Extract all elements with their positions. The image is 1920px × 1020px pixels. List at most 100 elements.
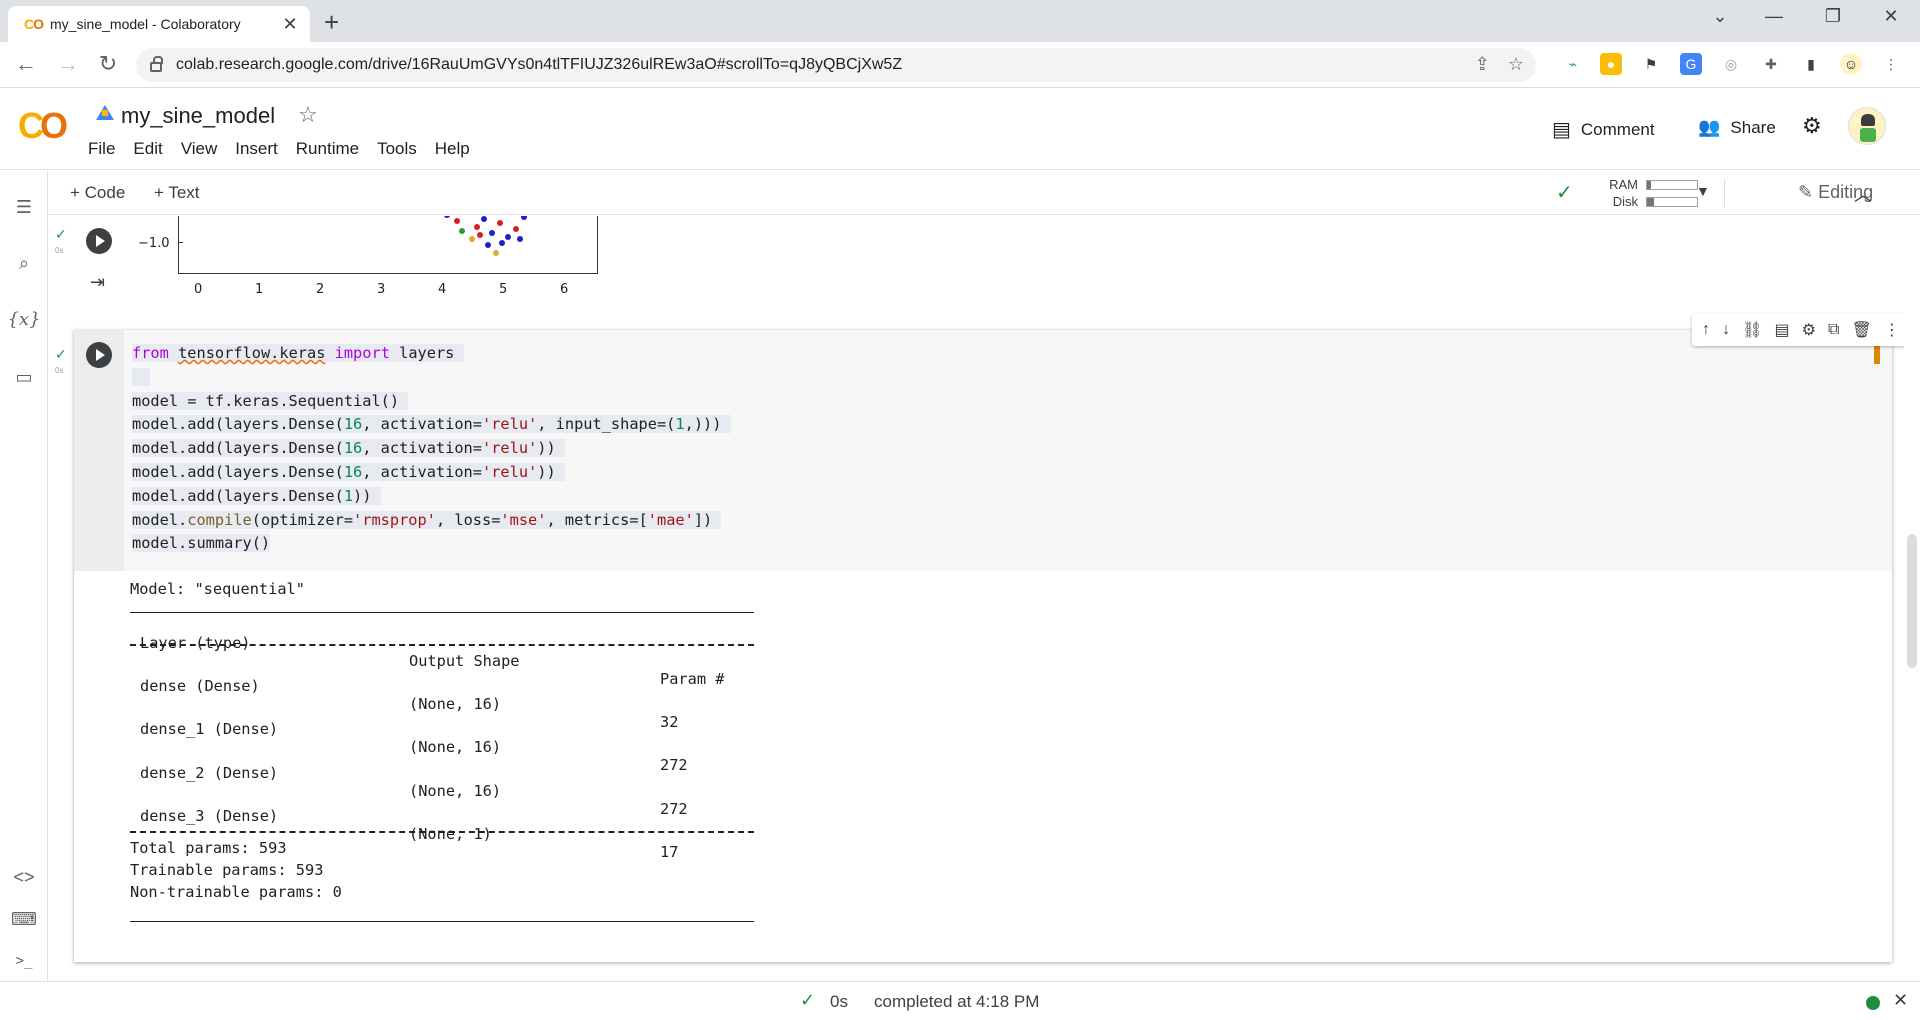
extension-icon-2[interactable]: ● — [1600, 53, 1622, 75]
side-panel-icon[interactable]: ▮ — [1800, 53, 1822, 75]
menu-runtime[interactable]: Runtime — [296, 139, 359, 159]
table-of-contents-icon[interactable]: ☰ — [0, 197, 48, 218]
move-cell-down-icon[interactable]: ↓ — [1722, 321, 1730, 339]
summary-top-rule — [130, 612, 754, 613]
colab-logo[interactable]: CO — [18, 105, 68, 147]
code-editor[interactable]: from tensorflow.keras import layers mode… — [124, 330, 1892, 571]
notebook-scrollbar[interactable] — [1904, 216, 1920, 980]
mirror-cell-icon[interactable]: ⧉ — [1828, 321, 1839, 339]
translate-extension-icon[interactable]: G — [1680, 53, 1702, 75]
plot-point — [469, 236, 475, 242]
output-actions-icon[interactable]: ⇥ — [90, 272, 105, 293]
prev-cell-exec-time: 0s — [55, 246, 64, 255]
status-completed[interactable]: completed at 4:18 PM — [874, 992, 1039, 1012]
delete-cell-icon[interactable]: 🗑 — [1852, 320, 1872, 340]
notebook-area: ✓ 0s ⇥ −1.0 0 1 2 3 4 5 6 ✓ 0s from tens… — [48, 216, 1904, 980]
browser-menu-icon[interactable]: ⋮ — [1880, 53, 1902, 75]
plot-point — [505, 234, 511, 240]
code-cell[interactable]: from tensorflow.keras import layers mode… — [74, 314, 1904, 962]
plot-point — [474, 224, 480, 230]
add-text-label: Text — [168, 183, 200, 202]
notebook-title[interactable]: my_sine_model — [121, 103, 275, 129]
share-page-icon[interactable]: ⇪ — [1475, 54, 1490, 75]
resource-monitor[interactable]: RAM Disk — [1604, 176, 1698, 210]
drive-icon[interactable] — [96, 105, 114, 120]
minimize-icon[interactable]: — — [1754, 6, 1794, 27]
close-tab-icon[interactable]: ✕ — [280, 14, 300, 35]
command-palette-icon[interactable]: ⌨ — [0, 909, 48, 930]
prev-cell-run-button[interactable] — [86, 228, 112, 254]
plot-xtick: 2 — [316, 282, 325, 297]
comment-button[interactable]: ▤ Comment — [1552, 117, 1655, 142]
layer-params: 17 — [660, 843, 679, 861]
menu-insert[interactable]: Insert — [235, 139, 278, 159]
move-cell-up-icon[interactable]: ↑ — [1702, 321, 1710, 339]
menu-edit[interactable]: Edit — [133, 139, 162, 159]
plot-point — [477, 232, 483, 238]
disk-label: Disk — [1612, 194, 1638, 209]
browser-tab[interactable]: CO my_sine_model - Colaboratory ✕ — [8, 6, 310, 42]
plot-xtick: 5 — [499, 282, 508, 297]
extension-icon-3[interactable]: ⚑ — [1640, 53, 1662, 75]
search-icon[interactable]: ⌕ — [0, 253, 48, 274]
extensions-puzzle-icon[interactable]: ✚ — [1760, 53, 1782, 75]
plot-point — [521, 216, 527, 220]
status-check-icon: ✓ — [800, 990, 816, 1010]
restore-icon[interactable]: ❐ — [1813, 6, 1853, 27]
close-window-icon[interactable]: ✕ — [1871, 6, 1911, 27]
prev-cell-check-icon: ✓ — [55, 226, 67, 242]
extension-icon-5[interactable]: ◎ — [1720, 53, 1742, 75]
menu-tools[interactable]: Tools — [377, 139, 417, 159]
link-to-cell-icon[interactable]: ⛓ — [1742, 320, 1762, 340]
scrollbar-thumb[interactable] — [1907, 534, 1917, 668]
lock-icon[interactable] — [150, 56, 163, 72]
profile-avatar-icon[interactable]: ☺ — [1840, 53, 1862, 75]
terminal-icon[interactable]: >_ — [0, 953, 48, 969]
add-text-button[interactable]: + Text — [154, 183, 200, 203]
share-button[interactable]: 👥 Share — [1698, 117, 1776, 138]
runtime-dropdown-icon[interactable]: ▼ — [1696, 183, 1710, 199]
run-cell-button[interactable] — [86, 342, 112, 368]
plot-point — [459, 228, 465, 234]
reload-icon[interactable]: ↻ — [94, 51, 122, 77]
url-field[interactable]: colab.research.google.com/drive/16RauUmG… — [136, 48, 1536, 82]
code-snippets-icon[interactable]: <> — [0, 867, 48, 888]
add-comment-icon[interactable]: ▤ — [1774, 320, 1789, 340]
star-icon[interactable]: ☆ — [298, 102, 318, 128]
forward-icon[interactable]: → — [54, 51, 82, 77]
close-status-icon[interactable]: ✕ — [1893, 990, 1908, 1011]
status-bar: ✓ 0s completed at 4:18 PM ✕ — [0, 981, 1920, 1020]
plot-point — [497, 220, 503, 226]
trainable-params: Trainable params: 593 — [130, 861, 324, 879]
variables-icon[interactable]: {x} — [0, 309, 48, 330]
back-icon[interactable]: ← — [12, 51, 40, 77]
add-code-button[interactable]: + Code — [70, 183, 125, 203]
comment-label: Comment — [1580, 119, 1655, 139]
code-line: model.add(layers.Dense(1)) — [132, 486, 381, 505]
layer-name: dense_2 (Dense) — [140, 764, 279, 782]
files-folder-icon[interactable]: ▭ — [0, 367, 48, 388]
plot-point — [485, 242, 491, 248]
settings-gear-icon[interactable]: ⚙ — [1802, 113, 1822, 139]
header-layer: Layer (type) — [140, 634, 251, 652]
runtime-status-dot[interactable] — [1866, 996, 1880, 1010]
plot-point — [493, 250, 499, 256]
menu-view[interactable]: View — [181, 139, 218, 159]
code-line: from tensorflow.keras import layers — [132, 344, 464, 362]
plot-point — [513, 226, 519, 232]
menu-help[interactable]: Help — [435, 139, 470, 159]
plot-xtick: 3 — [377, 282, 386, 297]
plot-ytick: −1.0 — [138, 236, 170, 251]
more-actions-icon[interactable]: ⋮ — [1884, 320, 1900, 340]
colab-header: CO my_sine_model ☆ File Edit View Insert… — [0, 89, 1920, 170]
menu-file[interactable]: File — [88, 139, 115, 159]
bookmark-star-icon[interactable]: ☆ — [1508, 54, 1524, 75]
editor-settings-icon[interactable]: ⚙ — [1802, 320, 1816, 340]
tab-search-chevron-icon[interactable]: ⌄ — [1700, 6, 1740, 27]
connected-check-icon[interactable]: ✓ — [1556, 180, 1573, 205]
summary-header-rule — [130, 644, 754, 646]
new-tab-icon[interactable]: + — [324, 7, 339, 38]
extension-icon-1[interactable]: ⌁ — [1562, 53, 1584, 75]
user-avatar[interactable] — [1848, 107, 1886, 145]
collapse-header-icon[interactable]: ︿ — [1854, 181, 1872, 207]
